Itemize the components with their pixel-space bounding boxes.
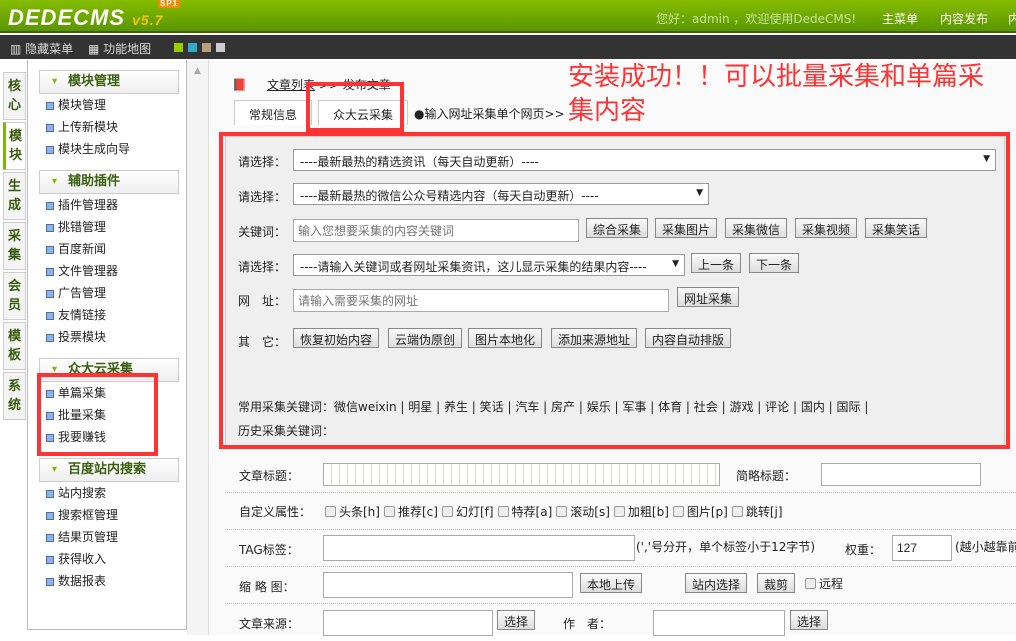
vtab-collect[interactable]: 采集 [3,222,26,270]
vtab-generate[interactable]: 生成 [3,172,26,220]
greeting: 您好：admin ，欢迎使用DedeCMS! [656,12,857,26]
attribute-checkboxes: 头条[h] 推荐[c] 幻灯[f] 特荐[a] 滚动[s] 加粗[b] 图片[p] 跳转[j] [321,503,783,520]
sidebar-section[interactable]: 百度站内搜索 [39,458,179,482]
form-row-source: 文章来源： 选择 作 者： 选择 [225,604,1016,641]
weight-hint: (越小越靠前 [955,540,1016,554]
label: 简略标题： [736,469,797,483]
theme-swatch[interactable] [188,43,197,52]
attribute-checkbox[interactable]: 加粗[b] [610,505,669,519]
form-row-tags: TAG标签： (','号分开，单个标签小于12字节) 权重： (越小越靠前 [225,530,1016,567]
weight-input[interactable] [892,535,952,561]
sidebar-item[interactable]: 投票模块 [28,326,186,348]
author-choose-button[interactable]: 选择 [790,610,829,630]
local-upload-button[interactable]: 本地上传 [580,573,643,593]
sidebar-item[interactable]: 结果页管理 [28,526,186,548]
label: TAG标签： [239,543,299,557]
label: 文章标题： [239,469,300,483]
highlight-box [219,132,1010,449]
form-row-attrs: 自定义属性： 头条[h] 推荐[c] 幻灯[f] 特荐[a] 滚动[s] 加粗[b] 图片[… [225,493,1016,530]
scroll-up-icon[interactable]: ▲ [187,66,208,76]
label: 缩 略 图： [239,580,295,594]
theme-swatch[interactable] [216,43,225,52]
sidebar-item[interactable]: 模块生成向导 [28,138,186,160]
highlight-box [306,82,404,132]
logo: DEDECMS v5.7 SP1 [8,0,181,30]
attribute-checkbox[interactable]: 推荐[c] [380,505,438,519]
crop-button[interactable]: 裁剪 [757,573,796,593]
vtab-system[interactable]: 系统 [3,372,26,420]
vtab-member[interactable]: 会员 [3,272,26,320]
nav-more[interactable]: 内 [1008,10,1016,27]
site-select-button[interactable]: 站内选择 [685,573,748,593]
sidebar-item[interactable]: 获得收入 [28,548,186,570]
form-row-title: 文章标题： 简略标题： [225,456,1016,493]
remote-checkbox[interactable]: 远程 [801,575,843,592]
sidebar-section[interactable]: 辅助插件 [39,170,179,194]
label: 文章来源： [239,617,300,631]
toolbar: ▥ 隐藏菜单 ▦ 功能地图 [0,35,1016,59]
header: DEDECMS v5.7 SP1 您好：admin ，欢迎使用DedeCMS! 主… [0,0,1016,33]
thumb-input[interactable] [323,572,573,598]
attribute-checkbox[interactable]: 特荐[a] [494,505,552,519]
tag-input[interactable] [323,535,635,561]
label: 自定义属性： [239,505,312,519]
highlight-box [37,373,158,456]
label: 权重： [845,543,882,557]
attribute-checkbox[interactable]: 滚动[s] [552,505,610,519]
book-icon: 📕 [232,78,247,92]
nav-content-publish[interactable]: 内容发布 [940,10,988,27]
sidebar-item[interactable]: 挑错管理 [28,216,186,238]
short-title-input[interactable] [821,463,981,486]
vtab-core[interactable]: 核心 [3,72,26,120]
title-input[interactable] [323,463,720,486]
sidebar-item[interactable]: 百度新闻 [28,238,186,260]
sidebar-item[interactable]: 搜索框管理 [28,504,186,526]
annotation: 安装成功！！可以批量采集和单篇采集内容 [568,62,985,126]
form-row-thumb: 缩 略 图： 本地上传 站内选择 裁剪 远程 [225,567,1016,604]
sidebar-item[interactable]: 上传新模块 [28,116,186,138]
label: 作 者： [563,617,612,631]
vtab-module[interactable]: 模块 [3,122,26,170]
tag-hint: (','号分开，单个标签小于12字节) [636,540,816,554]
source-choose-button[interactable]: 选择 [497,610,536,630]
attribute-checkbox[interactable]: 幻灯[f] [438,505,494,519]
source-input[interactable] [323,610,493,636]
sidebar-item[interactable]: 站内搜索 [28,482,186,504]
nav-main-menu[interactable]: 主菜单 [882,10,918,27]
function-map-button[interactable]: ▦ 功能地图 [88,40,151,57]
tab-hint: ●输入网址采集单个网页>> [414,107,565,121]
scrollbar[interactable]: ▲ [187,60,209,635]
attribute-checkbox[interactable]: 跳转[j] [728,505,783,519]
attribute-checkbox[interactable]: 图片[p] [669,505,728,519]
sidebar-item[interactable]: 广告管理 [28,282,186,304]
sidebar: 模块管理 模块管理 上传新模块 模块生成向导 辅助插件 插件管理器 挑错管理 百… [27,60,187,630]
theme-swatch[interactable] [174,43,183,52]
sidebar-item[interactable]: 模块管理 [28,94,186,116]
sidebar-item[interactable]: 插件管理器 [28,194,186,216]
author-input[interactable] [653,610,785,636]
sidebar-item[interactable]: 友情链接 [28,304,186,326]
sidebar-section[interactable]: 模块管理 [39,70,179,94]
sidebar-item[interactable]: 文件管理器 [28,260,186,282]
theme-swatch[interactable] [202,43,211,52]
vtab-template[interactable]: 模板 [3,322,26,370]
vertical-tabs: 核心 模块 生成 采集 会员 模板 系统 [3,72,26,422]
attribute-checkbox[interactable]: 头条[h] [321,505,380,519]
hide-menu-button[interactable]: ▥ 隐藏菜单 [10,40,73,57]
tab-general[interactable]: 常规信息 [234,100,313,125]
sidebar-item[interactable]: 数据报表 [28,570,186,592]
